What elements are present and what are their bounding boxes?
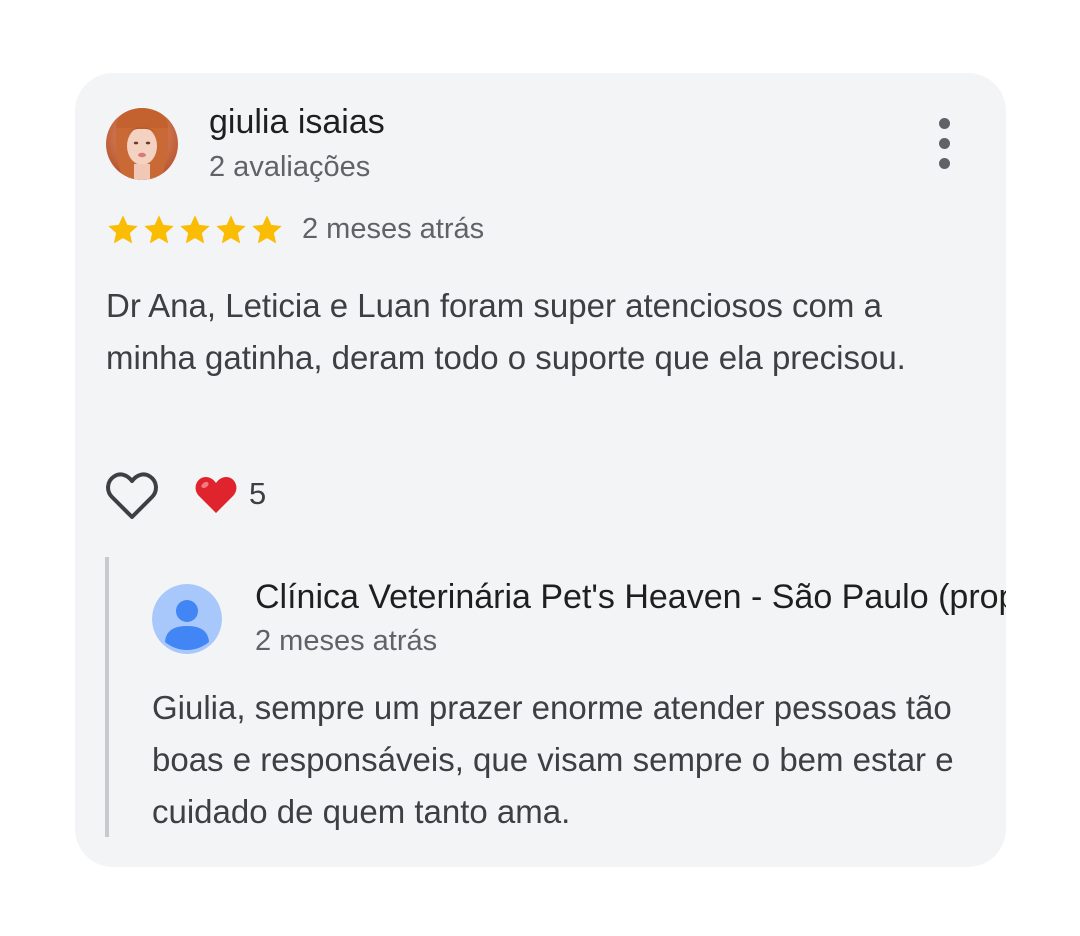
owner-avatar[interactable] (152, 584, 222, 654)
reaction-count: 5 (249, 476, 267, 511)
star-icon (180, 215, 210, 244)
reviewer-name[interactable]: giulia isaias (209, 103, 385, 142)
red-heart-icon (194, 475, 238, 515)
reviewer-avatar[interactable] (106, 108, 178, 180)
more-vert-icon-dot (939, 138, 950, 149)
star-icon (252, 215, 282, 244)
reply-divider (105, 557, 109, 837)
like-button[interactable] (105, 470, 159, 522)
reply-text: Giulia, sempre um prazer enorme atender … (152, 689, 954, 830)
review-date: 2 meses atrás (302, 213, 485, 245)
person-icon (152, 584, 222, 654)
heart-outline-icon (106, 472, 158, 519)
star-icon (108, 215, 138, 244)
more-options-button[interactable] (925, 118, 965, 172)
reviewer-review-count: 2 avaliações (209, 151, 371, 183)
star-rating (105, 212, 285, 248)
more-vert-icon-dot (939, 158, 950, 169)
reply-date: 2 meses atrás (255, 625, 438, 657)
more-vert-icon (939, 118, 950, 129)
owner-name: Clínica Veterinária Pet's Heaven - São P… (255, 578, 1006, 616)
review-card: giulia isaias 2 avaliações 2 meses atrás… (75, 73, 1006, 867)
review-text: Dr Ana, Leticia e Luan foram super atenc… (106, 287, 906, 376)
star-icon (144, 215, 174, 244)
star-icon (216, 215, 246, 244)
